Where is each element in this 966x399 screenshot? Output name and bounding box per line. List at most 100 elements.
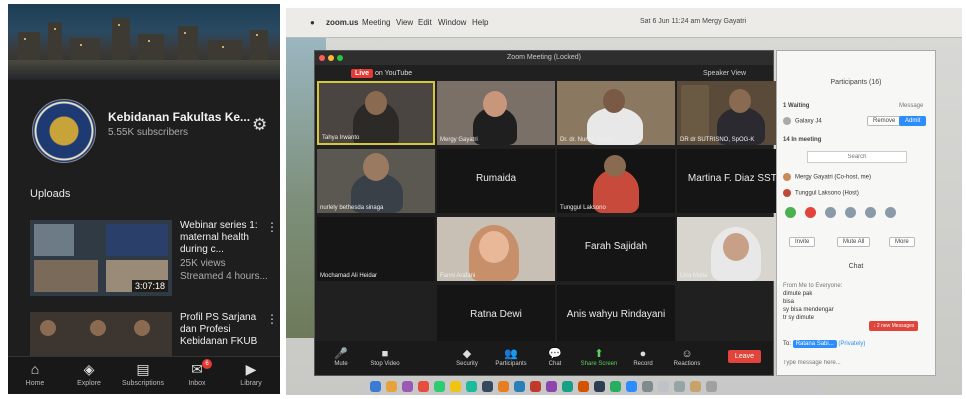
participant-tile[interactable]: Rumaida [437,149,555,213]
app-icon[interactable] [386,381,397,392]
nav-library[interactable]: ▶ Library [224,361,278,387]
participant-tile[interactable]: Ratna Dewi [437,285,555,349]
nav-home[interactable]: ⌂ Home [8,361,62,387]
chat-recipient[interactable]: To: Ratana Sabi... (Privately) [783,340,865,348]
nav-label: Subscriptions [121,380,165,387]
menu-edit[interactable]: Edit [418,18,432,27]
recipient-dropdown[interactable]: Ratana Sabi... [792,340,837,348]
chat-message-input[interactable] [783,355,931,371]
participant-tile[interactable]: Fanni Arafani [437,217,555,281]
app-icon[interactable] [466,381,477,392]
nav-inbox[interactable]: ✉ 6 Inbox [170,359,224,387]
stop-video-button[interactable]: ■ Stop Video [363,347,407,367]
app-icon[interactable] [402,381,413,392]
message-all-link[interactable]: Message [899,103,923,109]
app-icon[interactable] [642,381,653,392]
app-icon[interactable] [530,381,541,392]
finder-icon[interactable] [370,381,381,392]
yes-reaction-icon[interactable] [785,207,796,218]
mute-button[interactable]: 🎤 Mute [319,347,363,367]
video-title[interactable]: Profil PS Sarjana dan Profesi Kebidanan … [180,312,260,348]
menu-help[interactable]: Help [472,18,488,27]
app-icon[interactable] [610,381,621,392]
compass-icon: ◈ [83,361,95,377]
zoom-window-icon[interactable] [337,55,343,61]
video-item[interactable]: Profil PS Sarjana dan Profesi Kebidanan … [30,312,278,356]
participant-name: Tunggul Laksono (Host) [795,190,859,197]
reactions-button[interactable]: ☺ Reactions [665,347,709,367]
app-icon[interactable] [690,381,701,392]
video-thumbnail[interactable] [30,312,172,356]
chat-message: tr sy dimute [783,315,815,321]
mute-all-button[interactable]: Mute All [837,237,871,247]
app-icon[interactable] [482,381,493,392]
participant-search-input[interactable] [807,151,907,163]
app-icon[interactable] [562,381,573,392]
people-icon: 👥 [504,348,518,360]
participant-tile[interactable]: nurlely bethesda sinaga [317,149,435,213]
app-icon[interactable] [434,381,445,392]
notification-badge: 6 [202,359,212,369]
shield-icon: ◆ [462,348,472,360]
minimize-window-icon[interactable] [328,55,334,61]
chat-button[interactable]: 💬 Chat [533,347,577,367]
menu-app[interactable]: zoom.us [326,18,358,27]
participant-tile[interactable]: Farah Sajidah [557,217,675,281]
remove-button[interactable]: Remove [867,116,902,126]
zoom-app-icon[interactable] [626,381,637,392]
record-button[interactable]: ● Record [621,347,665,367]
participants-button[interactable]: 👥 Participants [489,347,533,367]
security-button[interactable]: ◆ Security [445,347,489,367]
video-item[interactable]: 3:07:18 Webinar series 1: maternal healt… [30,220,278,300]
app-icon[interactable] [514,381,525,392]
participant-tile[interactable]: Mergy Gayatri [437,81,555,145]
invite-button[interactable]: Invite [789,237,816,247]
leave-button[interactable]: Leave [727,350,761,363]
control-label: Participants [495,361,527,367]
more-reaction-icon[interactable] [865,207,876,218]
go-slower-reaction-icon[interactable] [825,207,836,218]
video-title[interactable]: Webinar series 1: maternal health during… [180,220,260,256]
app-icon[interactable] [450,381,461,392]
go-faster-reaction-icon[interactable] [845,207,856,218]
app-icon[interactable] [674,381,685,392]
participant-name: Fanni Arafani [440,273,476,279]
app-icon[interactable] [498,381,509,392]
participant-tile[interactable]: Tahya Irwanto [317,81,435,145]
nav-explore[interactable]: ◈ Explore [62,361,116,387]
close-window-icon[interactable] [319,55,325,61]
video-thumbnail[interactable]: 3:07:18 [30,220,172,296]
participant-row[interactable]: Mergy Gayatri (Co-host, me) [783,173,931,185]
video-duration: 3:07:18 [131,280,168,292]
app-icon[interactable] [658,381,669,392]
new-messages-button[interactable]: ↓ 2 new Messages [869,321,919,331]
participant-row[interactable]: Tunggul Laksono (Host) [783,189,931,201]
no-reaction-icon[interactable] [805,207,816,218]
live-badge[interactable]: Live [351,69,374,78]
speaker-view-button[interactable]: Speaker View [703,70,746,77]
app-icon[interactable] [578,381,589,392]
apple-icon[interactable]: ● [310,18,315,27]
app-icon[interactable] [594,381,605,392]
clear-reaction-icon[interactable] [885,207,896,218]
chat-message: dimute pak [783,291,813,297]
admit-button[interactable]: Admit [899,116,927,126]
trash-icon[interactable] [706,381,717,392]
channel-avatar[interactable] [32,99,96,163]
more-button[interactable]: More [889,237,915,247]
more-options-icon[interactable]: ⋮ [266,220,278,234]
app-icon[interactable] [418,381,429,392]
gear-icon[interactable]: ⚙ [252,116,270,134]
participant-tile[interactable]: Tunggul Laksono [557,149,675,213]
participant-name: Anis wahyu Rindayani [566,309,666,320]
menu-meeting[interactable]: Meeting [362,18,390,27]
nav-subscriptions[interactable]: ▤ Subscriptions [116,361,170,387]
menu-view[interactable]: View [396,18,413,27]
participant-tile[interactable]: Dr. dr. Nurdil, SpOG [557,81,675,145]
app-icon[interactable] [546,381,557,392]
participant-tile[interactable]: Anis wahyu Rindayani [557,285,675,349]
more-options-icon[interactable]: ⋮ [266,312,278,326]
share-screen-button[interactable]: ⬆ Share Screen [577,347,621,367]
participant-tile[interactable]: Mochamad Ali Heidar [317,217,435,281]
menu-window[interactable]: Window [438,18,466,27]
